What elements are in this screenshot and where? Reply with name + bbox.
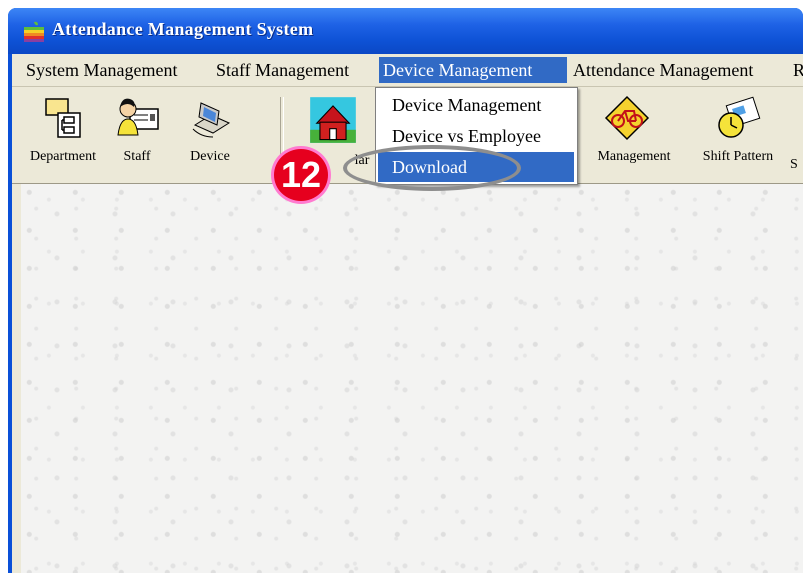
menu-truncated-item[interactable]: R	[789, 57, 803, 83]
toolbar-device-button[interactable]: Device	[170, 95, 250, 165]
house-icon	[310, 97, 356, 143]
staff-id-card-icon	[117, 98, 159, 136]
toolbar-truncated-button[interactable]: S	[790, 95, 803, 173]
mdi-workspace	[21, 184, 803, 573]
toolbar-department-button[interactable]: Department	[18, 95, 108, 165]
toolbar-shift-pattern-button[interactable]: Shift Pattern	[688, 95, 788, 165]
toolbar-shift-pattern-label: Shift Pattern	[702, 149, 774, 164]
menu-attendance-management[interactable]: Attendance Management	[569, 57, 757, 83]
toolbar-staff-label: Staff	[123, 149, 151, 164]
menu-device-management[interactable]: Device Management	[379, 57, 567, 83]
bicycle-sign-icon	[604, 95, 650, 141]
title-bar[interactable]: Attendance Management System	[8, 8, 803, 54]
highlight-ring	[343, 145, 521, 191]
department-chart-icon	[45, 98, 81, 138]
toolbar-truncated-label: S	[790, 157, 798, 172]
menu-system-management[interactable]: System Management	[22, 57, 181, 83]
device-computer-icon	[192, 102, 231, 138]
window-title: Attendance Management System	[52, 19, 314, 39]
dropdown-item-device-management[interactable]: Device Management	[378, 90, 574, 120]
toolbar-department-label: Department	[29, 149, 97, 164]
toolbar-management-button[interactable]: Management	[572, 95, 682, 165]
menu-bar: System Management Staff Management Devic…	[12, 54, 803, 87]
toolbar-management-label: Management	[597, 149, 671, 164]
clock-calendar-icon	[718, 96, 761, 138]
menu-staff-management[interactable]: Staff Management	[212, 57, 353, 83]
apple-icon	[24, 21, 44, 42]
toolbar-staff-button[interactable]: Staff	[102, 95, 172, 165]
step-number-badge: 12	[271, 146, 331, 204]
toolbar-device-label: Device	[190, 149, 230, 164]
